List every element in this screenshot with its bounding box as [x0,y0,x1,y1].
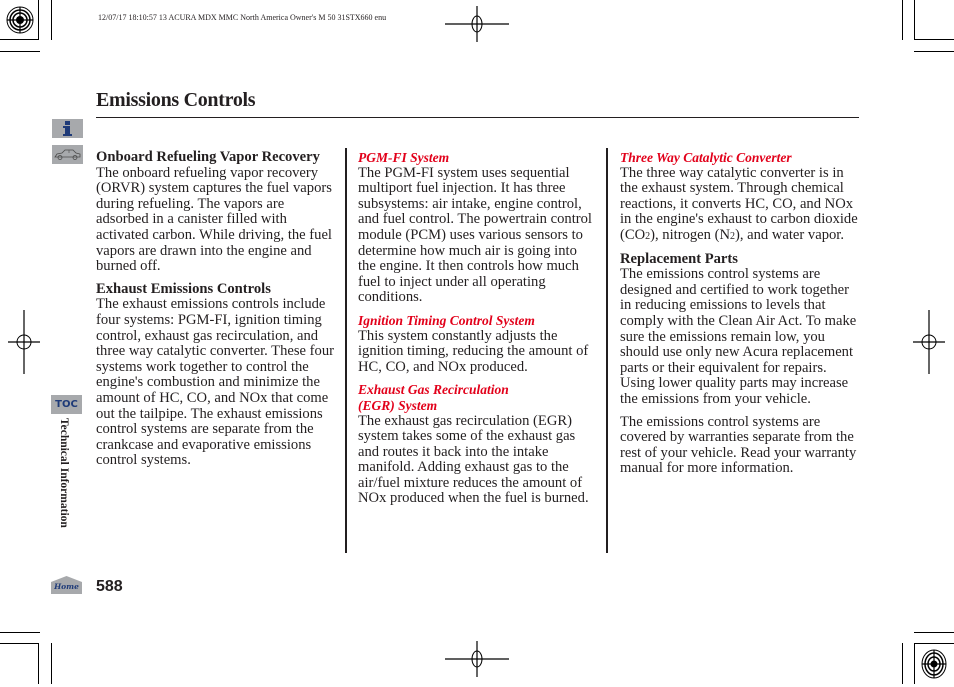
section-paragraph: The exhaust emissions controls include f… [96,296,334,469]
crop-mark [902,0,903,40]
section-paragraph: The emissions control systems are covere… [620,413,857,477]
crop-mark [914,0,915,40]
vehicle-tab[interactable] [52,145,83,164]
crop-mark [0,51,40,52]
section-heading: Exhaust Gas Recirculation (EGR) System [358,382,509,413]
section-heading: Replacement Parts [620,250,738,267]
print-header: 12/07/17 18:10:57 13 ACURA MDX MMC North… [98,13,387,22]
crop-mark [914,643,954,644]
crop-mark [914,632,954,633]
section-paragraph: This system constantly adjusts the ignit… [358,327,589,375]
home-icon: Home [51,576,82,594]
crop-mark [0,632,40,633]
crosshair-mark-left [8,310,40,374]
home-button[interactable]: Home [51,576,82,594]
column-divider [345,148,347,553]
crop-mark [902,643,903,684]
crop-mark [0,643,39,644]
crop-mark [0,39,39,40]
section-paragraph: The exhaust gas recirculation (EGR) syst… [358,412,589,507]
section-heading: Onboard Refueling Vapor Recovery [96,149,320,165]
column-2: PGM-FI System The PGM-FI system uses seq… [358,150,598,507]
column-3: Three Way Catalytic Converter The three … [620,150,860,477]
crosshair-mark-right [913,310,945,374]
column-divider [606,148,608,553]
crop-mark [914,39,954,40]
page-title: Emissions Controls [96,89,256,111]
crosshair-mark-top [445,6,509,42]
crop-mark [914,51,954,52]
crosshair-mark-bottom [445,641,509,677]
title-rule [96,117,859,118]
section-heading: Three Way Catalytic Converter [620,150,792,165]
registration-mark-bottom-right [918,646,950,682]
section-heading: Exhaust Emissions Controls [96,280,271,297]
crop-mark [38,0,39,40]
crop-mark [51,0,52,40]
section-heading: PGM-FI System [358,150,450,165]
toc-button[interactable]: TOC [51,395,82,414]
info-tab[interactable] [52,119,83,138]
column-1: Onboard Refueling Vapor Recovery The onb… [96,149,336,469]
home-label: Home [53,582,79,591]
registration-mark-top-left [2,2,38,38]
crop-mark [914,643,915,684]
section-label: Technical Information [58,418,70,528]
toc-icon: TOC [55,399,78,410]
page-number: 588 [96,578,123,595]
info-icon [63,121,72,136]
section-paragraph: The three way catalytic converter is in … [620,164,858,243]
car-icon [54,149,81,160]
section-paragraph: The emissions control systems are design… [620,266,857,407]
section-paragraph: The onboard refueling vapor recovery (OR… [96,164,332,275]
crop-mark [51,643,52,684]
crop-mark [38,643,39,684]
section-paragraph: The PGM-FI system uses sequential multip… [358,164,592,306]
section-heading: Ignition Timing Control System [358,312,535,328]
